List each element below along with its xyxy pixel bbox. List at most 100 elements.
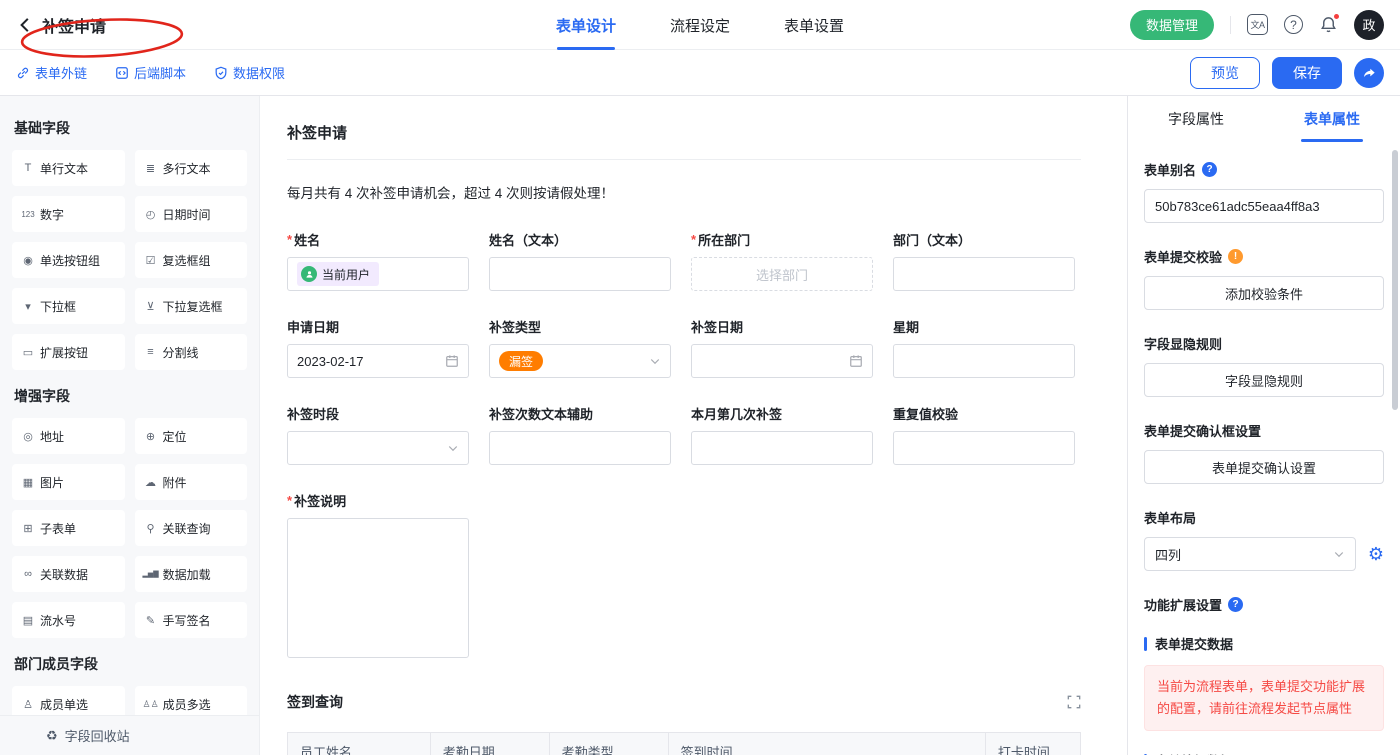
field-department-text[interactable]: 部门（文本） <box>893 230 1075 291</box>
help-circle-icon[interactable]: ? <box>1202 162 1217 177</box>
extend-button-icon: ▭ <box>20 346 36 359</box>
warning-circle-icon[interactable]: ! <box>1228 249 1243 264</box>
chevron-down-icon <box>1333 548 1345 560</box>
field-visibility-label: 字段显隐规则 <box>1144 334 1384 353</box>
recycle-icon: ♻ <box>46 728 58 744</box>
layout-select[interactable]: 四列 <box>1144 537 1356 571</box>
address-icon: ◎ <box>20 430 36 443</box>
field-resign-type[interactable]: 补签类型 漏签 <box>489 317 671 378</box>
calendar-icon <box>445 354 459 368</box>
table-header-cell: 考勤类型 <box>549 733 668 755</box>
text-input[interactable] <box>893 257 1075 291</box>
help-circle-icon[interactable]: ? <box>1228 597 1243 612</box>
save-button[interactable]: 保存 <box>1272 57 1342 89</box>
date-input[interactable] <box>691 344 873 378</box>
submit-confirm-button[interactable]: 表单提交确认设置 <box>1144 450 1384 484</box>
field-apply-date[interactable]: 申请日期 2023-02-17 <box>287 317 469 378</box>
field-resign-count-helper[interactable]: 补签次数文本辅助 <box>489 404 671 465</box>
field-item-multi-dropdown[interactable]: ⊻下拉复选框 <box>135 288 248 324</box>
notification-bell-icon[interactable] <box>1319 15 1338 34</box>
table-header-cell: 签到时间 <box>668 733 985 755</box>
field-label: 补签日期 <box>691 317 873 336</box>
backend-script-button[interactable]: 后端脚本 <box>115 63 186 82</box>
tab-form-setting[interactable]: 表单设置 <box>784 0 844 50</box>
field-item-related-query[interactable]: ⚲关联查询 <box>135 510 248 546</box>
field-item-multi-text[interactable]: ≣多行文本 <box>135 150 248 186</box>
text-input[interactable] <box>893 431 1075 465</box>
form-link-button[interactable]: 表单外链 <box>16 63 87 82</box>
field-item-data-load[interactable]: ▂▅▇数据加载 <box>135 556 248 592</box>
field-item-extend-button[interactable]: ▭扩展按钮 <box>12 334 125 370</box>
field-item-serial-number[interactable]: ▤流水号 <box>12 602 125 638</box>
field-item-dropdown[interactable]: ▾下拉框 <box>12 288 125 324</box>
text-input[interactable] <box>489 257 671 291</box>
field-item-image[interactable]: ▦图片 <box>12 464 125 500</box>
user-avatar[interactable]: 政 <box>1354 10 1384 40</box>
select-input[interactable] <box>287 431 469 465</box>
member-multi-icon: ♙♙ <box>143 699 159 710</box>
field-resign-note[interactable]: 补签说明 <box>287 491 1081 658</box>
help-icon[interactable]: ? <box>1284 15 1303 34</box>
text-input[interactable] <box>893 344 1075 378</box>
app-header: 补签申请 表单设计 流程设定 表单设置 数据管理 文A ? 政 <box>0 0 1400 50</box>
data-permission-button[interactable]: 数据权限 <box>214 63 285 82</box>
field-item-location[interactable]: ⊕定位 <box>135 418 248 454</box>
section-title-basic: 基础字段 <box>14 118 245 138</box>
back-button[interactable] <box>16 16 34 34</box>
tab-field-props[interactable]: 字段属性 <box>1128 96 1264 142</box>
multi-dropdown-icon: ⊻ <box>143 300 159 313</box>
form-title-divider <box>287 159 1081 160</box>
field-resign-count-month[interactable]: 本月第几次补签 <box>691 404 873 465</box>
field-name-text[interactable]: 姓名（文本） <box>489 230 671 291</box>
tab-flow-setting[interactable]: 流程设定 <box>670 0 730 50</box>
language-icon[interactable]: 文A <box>1247 14 1268 35</box>
section-title-enhanced: 增强字段 <box>14 386 245 406</box>
tab-form-design[interactable]: 表单设计 <box>556 0 616 50</box>
property-tabs: 字段属性 表单属性 <box>1128 96 1400 142</box>
field-name[interactable]: 姓名 当前用户 <box>287 230 469 291</box>
date-input[interactable]: 2023-02-17 <box>287 344 469 378</box>
field-resign-date[interactable]: 补签日期 <box>691 317 873 378</box>
field-item-attachment[interactable]: ☁附件 <box>135 464 248 500</box>
field-item-single-text[interactable]: T单行文本 <box>12 150 125 186</box>
field-item-radio-group[interactable]: ◉单选按钮组 <box>12 242 125 278</box>
text-input[interactable] <box>691 431 873 465</box>
field-item-address[interactable]: ◎地址 <box>12 418 125 454</box>
field-item-related-data[interactable]: ∞关联数据 <box>12 556 125 592</box>
layout-gear-icon[interactable]: ⚙ <box>1368 545 1384 563</box>
field-department[interactable]: 所在部门 选择部门 <box>691 230 873 291</box>
field-item-number[interactable]: 123数字 <box>12 196 125 232</box>
field-visibility-button[interactable]: 字段显隐规则 <box>1144 363 1384 397</box>
data-load-icon: ▂▅▇ <box>143 570 159 578</box>
text-input[interactable] <box>489 431 671 465</box>
vertical-scrollbar[interactable] <box>1392 150 1398 410</box>
field-item-checkbox-group[interactable]: ☑复选框组 <box>135 242 248 278</box>
data-manage-button[interactable]: 数据管理 <box>1130 10 1214 40</box>
textarea-input[interactable] <box>287 518 469 658</box>
field-item-subform[interactable]: ⊞子表单 <box>12 510 125 546</box>
select-input[interactable]: 漏签 <box>489 344 671 378</box>
field-resign-period[interactable]: 补签时段 <box>287 404 469 465</box>
field-item-divider[interactable]: ≡分割线 <box>135 334 248 370</box>
field-label: 申请日期 <box>287 317 469 336</box>
submit-confirm-label: 表单提交确认框设置 <box>1144 421 1384 440</box>
preview-button[interactable]: 预览 <box>1190 57 1260 89</box>
field-duplicate-check[interactable]: 重复值校验 <box>893 404 1075 465</box>
header-divider <box>1230 16 1231 34</box>
form-grid: 姓名 当前用户 姓名（文本） 所在部门 选择部门 <box>287 230 1081 465</box>
property-panel: 字段属性 表单属性 表单别名 ? 表单提交校验 ! 添加校验条件 字段显隐规则 … <box>1128 96 1400 755</box>
field-recycle-bin[interactable]: ♻ 字段回收站 <box>0 715 260 755</box>
add-validation-button[interactable]: 添加校验条件 <box>1144 276 1384 310</box>
field-item-datetime[interactable]: ◴日期时间 <box>135 196 248 232</box>
fullscreen-expand-icon[interactable] <box>1067 695 1081 709</box>
share-button[interactable] <box>1354 58 1384 88</box>
member-single-icon: ♙ <box>20 698 36 711</box>
form-alias-input[interactable] <box>1144 189 1384 223</box>
field-item-signature[interactable]: ✎手写签名 <box>135 602 248 638</box>
extension-settings-label: 功能扩展设置 ? <box>1144 595 1384 614</box>
current-user-control[interactable]: 当前用户 <box>287 257 469 291</box>
department-picker[interactable]: 选择部门 <box>691 257 873 291</box>
tab-form-props[interactable]: 表单属性 <box>1264 96 1400 142</box>
field-label: 重复值校验 <box>893 404 1075 423</box>
field-weekday[interactable]: 星期 <box>893 317 1075 378</box>
